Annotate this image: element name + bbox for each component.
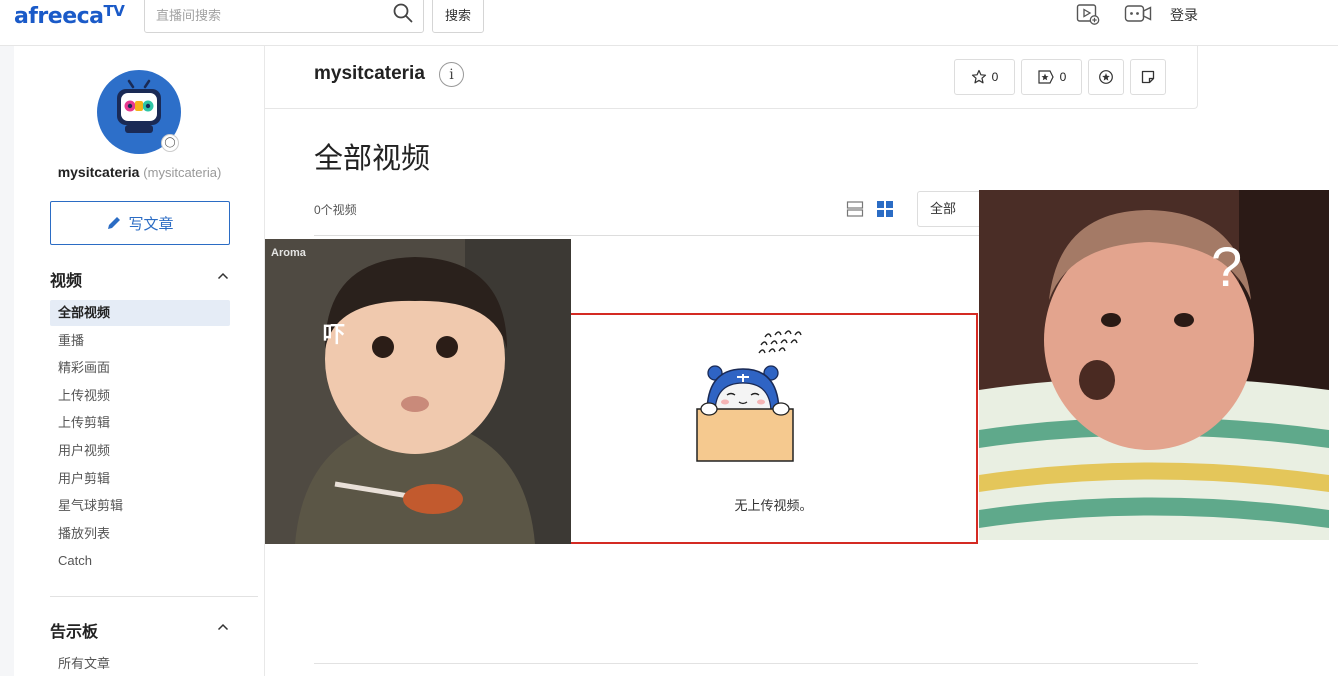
child-reaction-photo: Aroma 吓 xyxy=(265,239,571,544)
favorite-button[interactable]: 0 xyxy=(954,59,1015,95)
page-title: 全部视频 xyxy=(314,143,431,175)
profile-name: mysitcateria xyxy=(57,164,140,180)
search-input[interactable] xyxy=(156,5,381,25)
verified-badge-icon: ◯ xyxy=(161,134,179,152)
fan-badge-button[interactable] xyxy=(1088,59,1124,95)
write-post-label: 写文章 xyxy=(128,215,174,233)
logo-text: afreeca xyxy=(14,4,104,29)
grid-view-icon[interactable] xyxy=(876,200,894,218)
sidebar-item-star-balloon-clips[interactable]: 星气球剪辑 xyxy=(50,493,230,519)
filter-selected-value: 全部 xyxy=(930,201,957,216)
sidebar-item-replay[interactable]: 重播 xyxy=(50,328,230,354)
subscribe-star-badge-icon xyxy=(1038,70,1054,84)
sidebar-item-catch[interactable]: Catch xyxy=(50,548,230,574)
sidebar-item-highlights[interactable]: 精彩画面 xyxy=(50,355,230,381)
search-button[interactable]: 搜索 xyxy=(432,0,484,33)
sidebar-item-all-posts[interactable]: 所有文章 xyxy=(50,651,230,676)
sidebar: ◯ mysitcateria (mysitcateria) 写文章 视频 全部视… xyxy=(14,46,265,676)
pencil-icon xyxy=(108,217,121,229)
page-background-strip xyxy=(0,46,14,676)
top-bar: afreecaTV 搜索 登录 xyxy=(0,0,1338,46)
empty-mascot-icon xyxy=(696,330,802,462)
empty-message: 无上传视频。 xyxy=(734,498,813,513)
note-icon xyxy=(1141,70,1155,84)
sidebar-divider xyxy=(50,596,258,597)
question-mark-text: ? xyxy=(1211,235,1243,298)
fan-badge-icon xyxy=(1099,70,1113,84)
sidebar-item-playlists[interactable]: 播放列表 xyxy=(50,521,230,547)
board-section-title: 告示板 xyxy=(50,624,99,641)
sidebar-item-user-videos[interactable]: 用户视频 xyxy=(50,438,230,464)
star-icon xyxy=(971,69,986,84)
caption-text: 吓 xyxy=(323,322,346,347)
broadcast-camera-icon[interactable] xyxy=(1124,3,1152,25)
search-box xyxy=(144,0,424,33)
channel-header: mysitcateria i 0 0 xyxy=(265,46,1198,109)
upload-video-icon[interactable] xyxy=(1076,3,1100,25)
bottom-divider xyxy=(314,663,1198,664)
baby-confused-photo: ? xyxy=(979,190,1329,540)
video-section-title: 视频 xyxy=(50,273,83,290)
list-view-icon[interactable] xyxy=(846,200,864,218)
sidebar-item-uploaded-videos[interactable]: 上传视频 xyxy=(50,383,230,409)
video-count: 0个视频 xyxy=(314,203,357,217)
logo-tv-text: TV xyxy=(103,2,125,20)
chevron-up-icon[interactable] xyxy=(216,269,230,283)
search-icon[interactable] xyxy=(393,3,413,23)
subscribe-count: 0 xyxy=(1059,70,1067,84)
video-section-header[interactable]: 视频 xyxy=(50,267,230,291)
login-link[interactable]: 登录 xyxy=(1170,5,1198,25)
memo-button[interactable] xyxy=(1130,59,1166,95)
child-photo-illustration xyxy=(265,239,571,544)
profile-name-row: mysitcateria (mysitcateria) xyxy=(14,164,265,180)
write-post-button[interactable]: 写文章 xyxy=(50,201,230,245)
afreecatv-logo[interactable]: afreecaTV xyxy=(14,2,125,29)
chevron-up-icon[interactable] xyxy=(216,620,230,634)
watermark-text: Aroma xyxy=(271,247,306,259)
channel-info-button[interactable]: i xyxy=(439,62,464,87)
sidebar-item-uploaded-clips[interactable]: 上传剪辑 xyxy=(50,410,230,436)
baby-photo-illustration xyxy=(979,190,1329,540)
sidebar-item-user-clips[interactable]: 用户剪辑 xyxy=(50,466,230,492)
subscribe-button[interactable]: 0 xyxy=(1021,59,1082,95)
favorite-count: 0 xyxy=(991,70,999,84)
profile-id: (mysitcateria) xyxy=(143,165,222,180)
channel-name: mysitcateria xyxy=(314,63,425,84)
sidebar-item-all-videos[interactable]: 全部视频 xyxy=(50,300,230,326)
board-section-header[interactable]: 告示板 xyxy=(50,618,230,642)
empty-state: 无上传视频。 xyxy=(569,313,978,544)
